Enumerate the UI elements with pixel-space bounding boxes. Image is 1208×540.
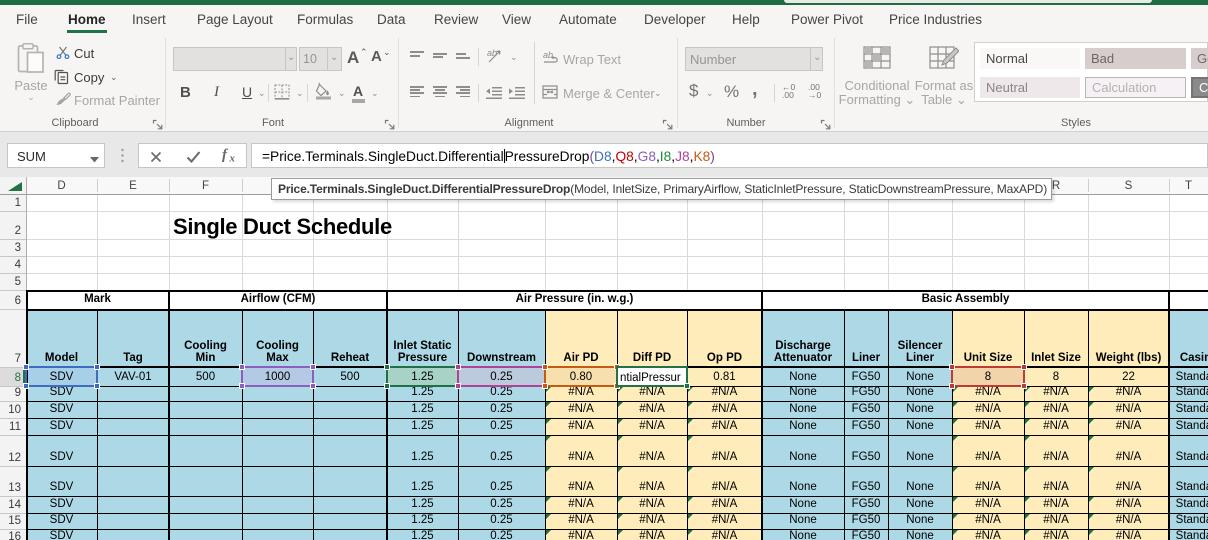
svg-text:ab: ab: [487, 48, 497, 58]
svg-text:x: x: [229, 153, 236, 164]
svg-text:f: f: [222, 147, 229, 163]
svg-text:ab: ab: [543, 50, 553, 60]
